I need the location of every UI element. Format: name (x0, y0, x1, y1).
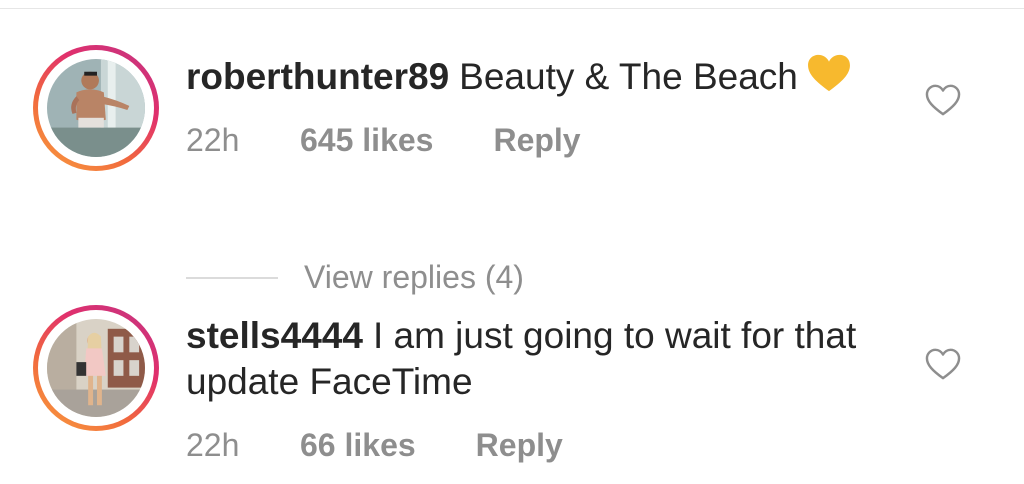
comments-screen: roberthunter89 Beauty & The Beach 22h 645… (0, 0, 1024, 484)
like-heart-icon[interactable] (924, 347, 962, 381)
top-divider (0, 8, 1024, 9)
comment-time: 22h (186, 426, 240, 463)
comment-message: Beauty & The Beach (459, 56, 798, 97)
comment-body: roberthunter89 Beauty & The Beach 22h 645… (186, 45, 886, 160)
like-heart-icon[interactable] (924, 83, 962, 117)
comment-username[interactable]: stells4444 (186, 315, 363, 356)
comment-likes[interactable]: 645 likes (300, 122, 433, 159)
avatar-story-ring[interactable] (33, 305, 159, 431)
comment-text: roberthunter89 Beauty & The Beach (186, 53, 886, 100)
view-replies-line (186, 276, 278, 279)
avatar-photo-icon (47, 319, 145, 417)
view-replies-label: View replies (4) (304, 259, 524, 295)
yellow-heart-icon (807, 54, 850, 92)
view-replies-button[interactable]: View replies (4) (186, 259, 524, 296)
comment-meta: 22h 645 likes Reply (186, 120, 886, 160)
comment-meta: 22h 66 likes Reply (186, 425, 886, 465)
avatar[interactable] (47, 319, 145, 417)
comment-body: stells4444 I am just going to wait for th… (186, 305, 886, 465)
reply-button[interactable]: Reply (493, 122, 580, 159)
reply-button[interactable]: Reply (476, 427, 563, 464)
comment-likes[interactable]: 66 likes (300, 427, 416, 464)
comment-text: stells4444 I am just going to wait for th… (186, 313, 886, 405)
comment-time: 22h (186, 121, 240, 158)
comment-username[interactable]: roberthunter89 (186, 56, 449, 97)
avatar-photo-icon (47, 59, 145, 157)
avatar[interactable] (47, 59, 145, 157)
avatar-story-ring[interactable] (33, 45, 159, 171)
